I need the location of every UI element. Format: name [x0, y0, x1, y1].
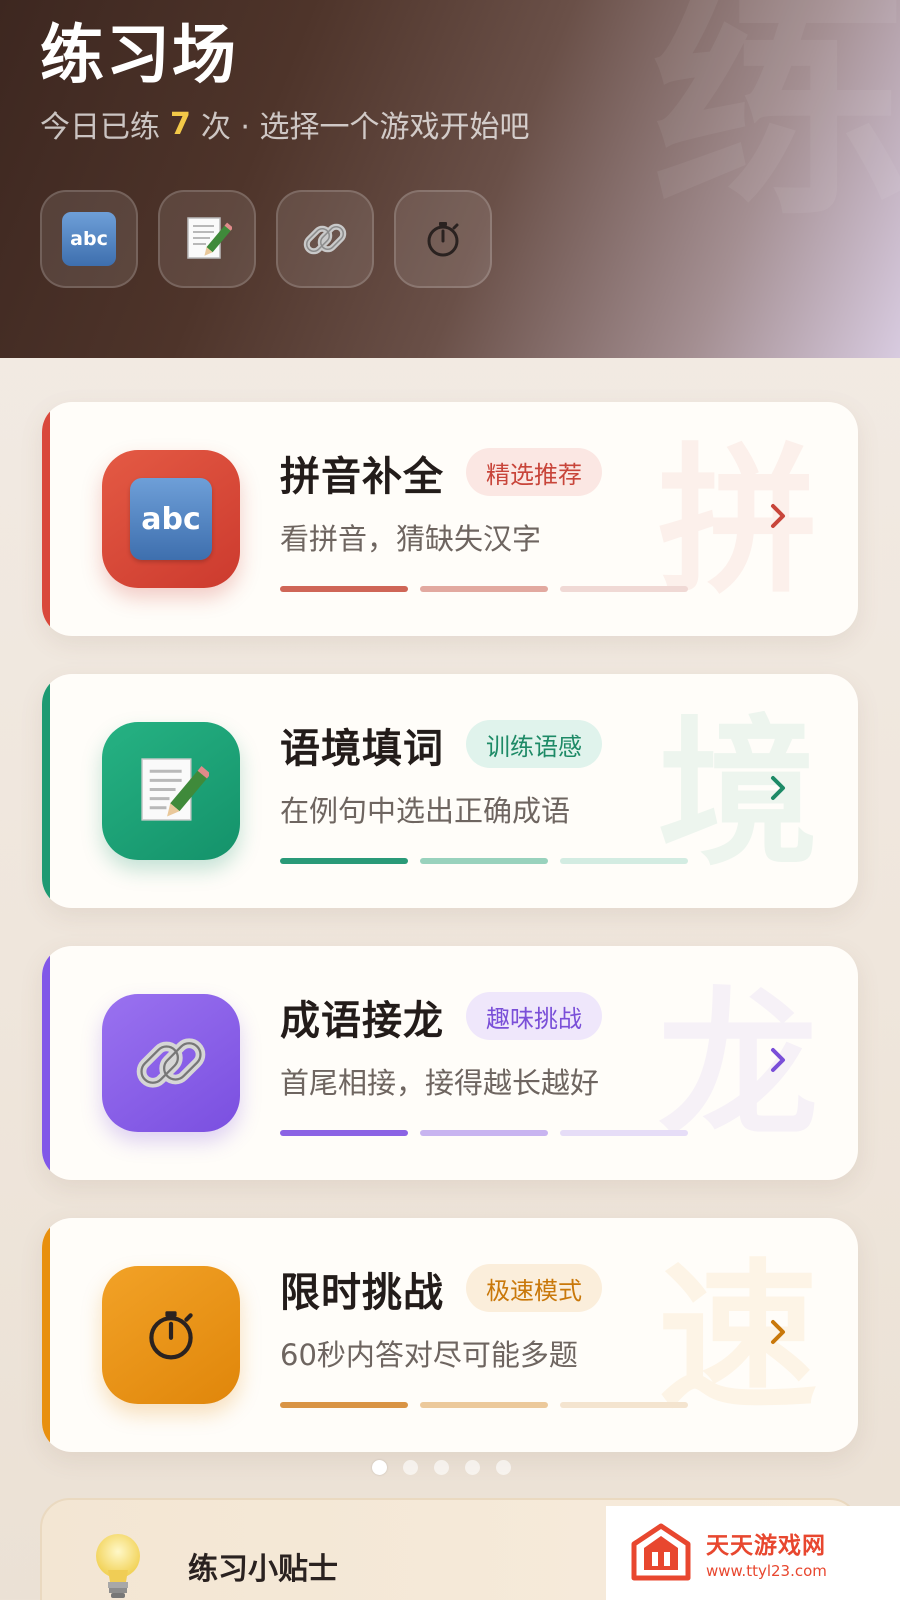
chevron-right-icon[interactable]: [758, 768, 798, 808]
quick-chain-button[interactable]: [276, 190, 374, 288]
memo-icon: [187, 217, 232, 259]
difficulty-bar: [560, 1402, 688, 1408]
chevron-right-icon[interactable]: [758, 496, 798, 536]
chevron-right-icon[interactable]: [758, 1312, 798, 1352]
difficulty-bar: [280, 858, 408, 864]
game-title: 语境填词: [280, 726, 444, 772]
quick-timer-button[interactable]: [394, 190, 492, 288]
game-description: 首尾相接，接得越长越好: [280, 1066, 600, 1100]
page-dot[interactable]: [465, 1460, 480, 1475]
difficulty-bars: [280, 586, 688, 592]
difficulty-bar: [560, 586, 688, 592]
subtitle-suffix: 次 · 选择一个游戏开始吧: [200, 110, 530, 145]
quick-fill-button[interactable]: [158, 190, 256, 288]
difficulty-bar: [560, 1130, 688, 1136]
game-title: 成语接龙: [280, 998, 444, 1044]
header-watermark: 练: [650, 0, 900, 251]
game-title: 拼音补全: [280, 454, 444, 500]
difficulty-bar: [560, 858, 688, 864]
difficulty-bars: [280, 858, 688, 864]
difficulty-bar: [420, 586, 548, 592]
page-dot[interactable]: [496, 1460, 511, 1475]
pinyin-game-icon: abc: [102, 450, 240, 588]
timed-game-icon: [102, 1266, 240, 1404]
subtitle-prefix: 今日已练: [40, 110, 160, 145]
game-badge: 趣味挑战: [466, 992, 602, 1040]
difficulty-bars: [280, 1402, 688, 1408]
card-accent-bar: [42, 1218, 50, 1452]
page-indicator: [372, 1460, 511, 1475]
card-accent-bar: [42, 946, 50, 1180]
abc-icon: abc: [130, 478, 212, 560]
abc-icon: abc: [62, 212, 116, 266]
game-description: 在例句中选出正确成语: [280, 794, 571, 828]
game-card-chain[interactable]: 龙 成语接龙 趣味挑战 首尾相接，接得越长越好: [42, 946, 858, 1180]
quick-launch-row: abc: [40, 190, 492, 288]
game-badge: 精选推荐: [466, 448, 602, 496]
page-dot[interactable]: [403, 1460, 418, 1475]
difficulty-bars: [280, 1130, 688, 1136]
tips-title: 练习小贴士: [188, 1552, 338, 1587]
context-game-icon: [102, 722, 240, 860]
quick-pinyin-button[interactable]: abc: [40, 190, 138, 288]
link-icon: [136, 1038, 206, 1088]
difficulty-bar: [420, 858, 548, 864]
difficulty-bar: [280, 586, 408, 592]
card-accent-bar: [42, 674, 50, 908]
site-url: www.ttyl23.com: [706, 1562, 827, 1580]
game-description: 60秒内答对尽可能多题: [280, 1338, 578, 1372]
game-badge: 训练语感: [466, 720, 602, 768]
page-dot[interactable]: [434, 1460, 449, 1475]
difficulty-bar: [420, 1402, 548, 1408]
page-header: 练 练习场 今日已练 7 次 · 选择一个游戏开始吧 abc: [0, 0, 900, 358]
card-accent-bar: [42, 402, 50, 636]
chain-game-icon: [102, 994, 240, 1132]
site-name: 天天游戏网: [706, 1533, 826, 1559]
practice-count: 7: [170, 106, 191, 142]
site-text: 天天游戏网 www.ttyl23.com: [706, 1526, 827, 1580]
link-icon: [303, 223, 347, 255]
page-dot[interactable]: [372, 1460, 387, 1475]
game-card-pinyin[interactable]: 拼 abc 拼音补全 精选推荐 看拼音，猜缺失汉字: [42, 402, 858, 636]
chevron-right-icon[interactable]: [758, 1040, 798, 1080]
game-description: 看拼音，猜缺失汉字: [280, 522, 542, 556]
difficulty-bar: [280, 1130, 408, 1136]
game-title: 限时挑战: [280, 1270, 444, 1316]
game-card-context[interactable]: 境 语境填词 训练语感 在例句中选出正确成语: [42, 674, 858, 908]
difficulty-bar: [420, 1130, 548, 1136]
game-badge: 极速模式: [466, 1264, 602, 1312]
stopwatch-icon: [427, 222, 459, 257]
page-title: 练习场: [40, 19, 238, 93]
stopwatch-icon: [149, 1311, 193, 1360]
difficulty-bar: [280, 1402, 408, 1408]
site-watermark: 天天游戏网 www.ttyl23.com: [606, 1506, 900, 1600]
memo-icon: [141, 758, 209, 821]
practice-summary: 今日已练 7 次 · 选择一个游戏开始吧: [40, 102, 529, 146]
game-card-timed[interactable]: 速 限时挑战 极速模式 60秒内答对尽可能多题: [42, 1218, 858, 1452]
house-logo-icon: [631, 1523, 691, 1581]
lightbulb-icon: [96, 1534, 140, 1598]
